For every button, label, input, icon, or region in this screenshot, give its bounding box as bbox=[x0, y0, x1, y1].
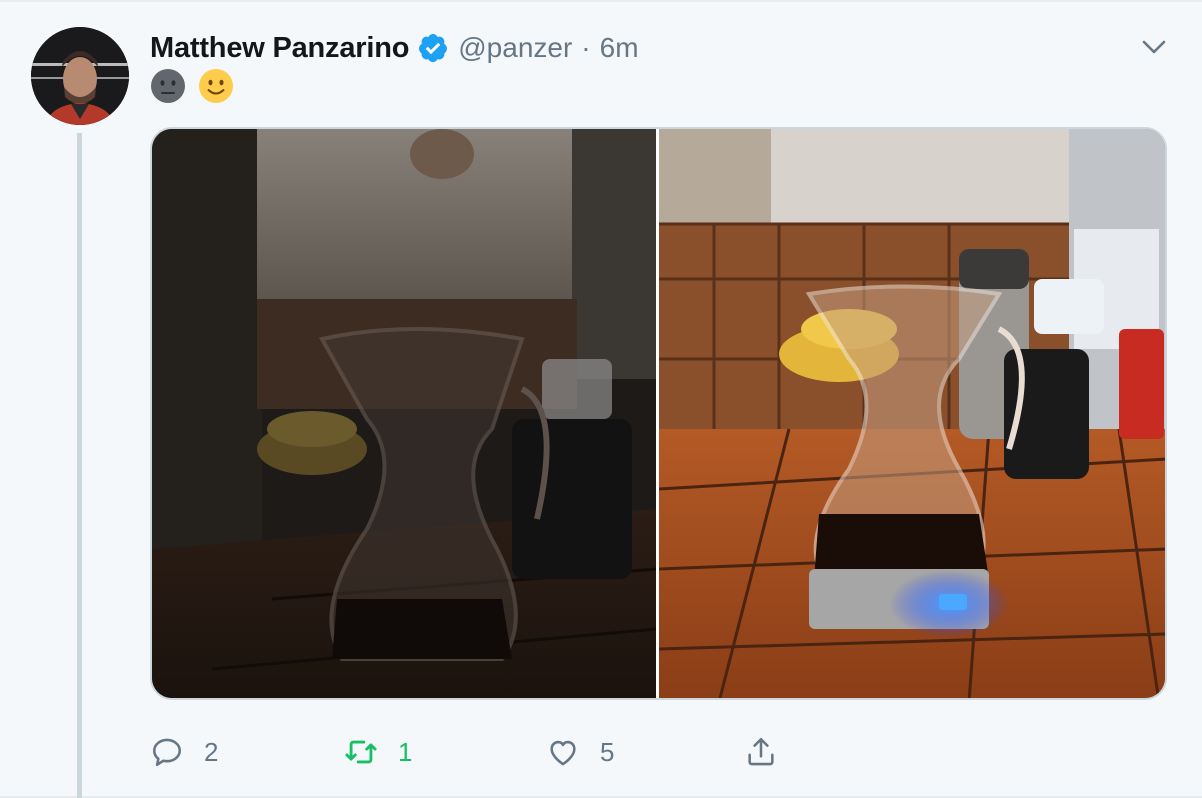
reply-icon bbox=[152, 738, 182, 767]
retweet-button[interactable]: 1 bbox=[344, 730, 412, 774]
chevron-down-icon[interactable] bbox=[1140, 36, 1168, 58]
reply-count: 2 bbox=[204, 736, 219, 767]
avatar[interactable] bbox=[31, 27, 129, 125]
like-button[interactable]: 5 bbox=[546, 730, 614, 774]
thread-line bbox=[77, 133, 82, 798]
author-name[interactable]: Matthew Panzarino bbox=[150, 32, 409, 65]
neutral-face-emoji bbox=[150, 68, 186, 104]
retweet-count: 1 bbox=[398, 736, 413, 767]
verified-badge-icon bbox=[417, 32, 449, 64]
tweet-media[interactable] bbox=[150, 127, 1167, 700]
heart-icon bbox=[550, 740, 576, 766]
reply-button[interactable]: 2 bbox=[150, 730, 218, 774]
share-button[interactable] bbox=[744, 730, 778, 774]
share-icon bbox=[748, 737, 774, 766]
author-handle[interactable]: @panzer bbox=[458, 32, 572, 64]
like-count: 5 bbox=[600, 736, 615, 767]
tweet-text bbox=[150, 68, 234, 104]
tweet-header: Matthew Panzarino @panzer · 6m bbox=[150, 28, 639, 68]
retweet-icon bbox=[345, 740, 377, 764]
slightly-smiling-face-emoji bbox=[198, 68, 234, 104]
header-separator: · bbox=[581, 32, 591, 63]
tweet-actions: 2 1 5 bbox=[150, 730, 1150, 774]
photo-coffee-carafe-dark[interactable] bbox=[152, 129, 656, 698]
tweet-timestamp[interactable]: 6m bbox=[600, 32, 639, 64]
photo-coffee-carafe-bright[interactable] bbox=[658, 129, 1165, 698]
avatar-image bbox=[31, 27, 129, 125]
tweet[interactable]: Matthew Panzarino @panzer · 6m 2 1 5 bbox=[0, 0, 1202, 798]
